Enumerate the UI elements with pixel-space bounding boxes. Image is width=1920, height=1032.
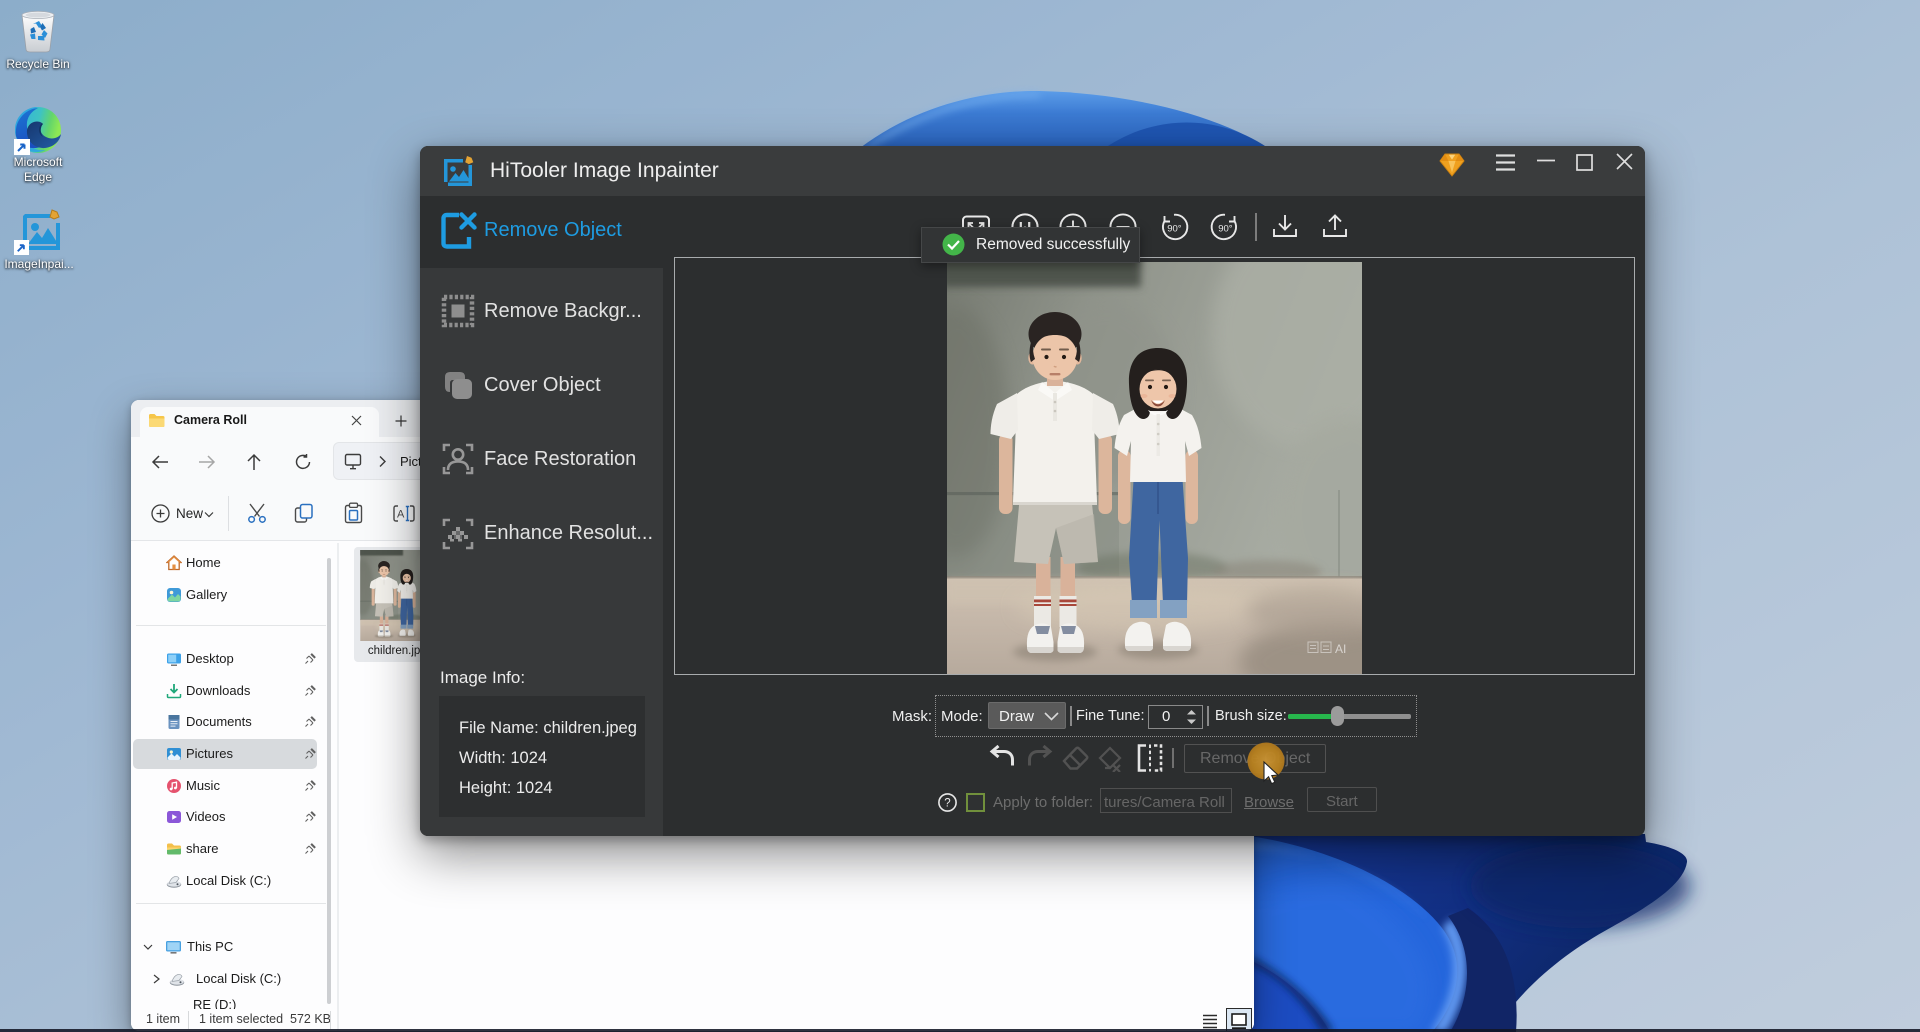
svg-text:90°: 90° <box>1167 224 1182 235</box>
svg-text:A: A <box>397 509 405 521</box>
svg-text:90°: 90° <box>1218 224 1233 235</box>
svg-text:?: ? <box>944 798 950 810</box>
